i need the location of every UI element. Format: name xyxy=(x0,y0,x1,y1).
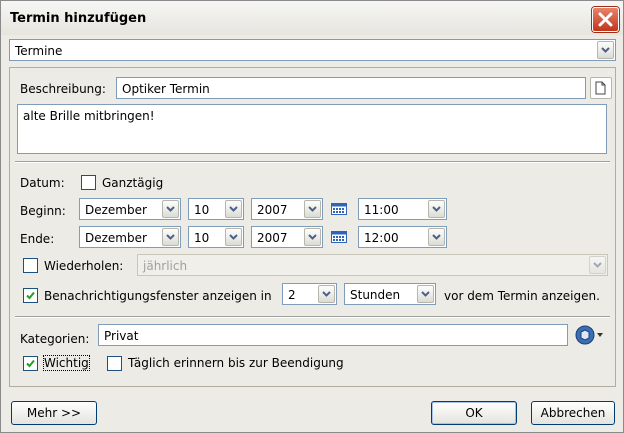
end-day-value: 10 xyxy=(194,231,210,245)
calendar-icon[interactable] xyxy=(331,203,347,215)
chevron-down-icon xyxy=(229,234,238,240)
important-checkbox[interactable] xyxy=(23,356,38,371)
checkmark-icon xyxy=(26,291,35,300)
divider xyxy=(15,316,610,318)
notes-textarea[interactable]: alte Brille mitbringen! xyxy=(17,104,607,154)
notify-amount-select[interactable]: 2 xyxy=(282,283,337,305)
allday-label: Ganztägig xyxy=(102,176,164,190)
chevron-down-icon xyxy=(421,291,430,297)
daily-reminder-checkbox[interactable] xyxy=(107,356,122,371)
document-icon xyxy=(595,81,606,95)
category-picker-button[interactable] xyxy=(575,324,605,346)
end-time-select[interactable]: 12:00 xyxy=(358,226,447,248)
begin-year-select[interactable]: 2007 xyxy=(251,198,323,220)
begin-day-select[interactable]: 10 xyxy=(188,198,244,220)
begin-label: Beginn: xyxy=(20,204,66,218)
begin-month-select[interactable]: Dezember xyxy=(79,198,181,220)
end-month-value: Dezember xyxy=(85,231,147,245)
date-label: Datum: xyxy=(20,176,65,190)
dropdown-arrow[interactable] xyxy=(428,200,445,218)
chevron-down-icon xyxy=(229,206,238,212)
appointment-type-select[interactable]: Termine xyxy=(9,39,616,61)
ok-button[interactable]: OK xyxy=(431,401,517,425)
dropdown-arrow[interactable] xyxy=(162,228,179,246)
chevron-down-icon xyxy=(308,234,317,240)
chevron-down-icon xyxy=(322,291,331,297)
dropdown-arrow[interactable] xyxy=(589,256,606,274)
repeat-interval-value: jährlich xyxy=(143,259,188,273)
dropdown-arrow[interactable] xyxy=(304,200,321,218)
end-time-value: 12:00 xyxy=(364,231,399,245)
notify-checkbox[interactable] xyxy=(23,288,38,303)
begin-month-value: Dezember xyxy=(85,203,147,217)
chevron-down-icon xyxy=(593,262,602,268)
begin-year-value: 2007 xyxy=(257,203,288,217)
end-day-select[interactable]: 10 xyxy=(188,226,244,248)
notify-unit-select[interactable]: Stunden xyxy=(344,283,436,305)
categories-label: Kategorien: xyxy=(20,332,90,346)
attach-file-button[interactable] xyxy=(590,77,612,99)
begin-day-value: 10 xyxy=(194,203,210,217)
repeat-checkbox[interactable] xyxy=(23,258,38,273)
allday-checkbox[interactable] xyxy=(81,175,96,190)
categories-input[interactable]: Privat xyxy=(98,324,568,346)
chevron-down-icon xyxy=(308,206,317,212)
chevron-down-icon xyxy=(166,206,175,212)
title-bar: Termin hinzufügen xyxy=(1,1,623,35)
chevron-down-icon xyxy=(601,47,610,53)
description-label: Beschreibung: xyxy=(20,82,106,96)
daily-reminder-label: Täglich erinnern bis zur Beendigung xyxy=(128,356,344,370)
divider xyxy=(15,161,610,163)
dropdown-arrow[interactable] xyxy=(318,285,335,303)
dropdown-arrow[interactable] xyxy=(428,228,445,246)
categories-value: Privat xyxy=(104,329,139,343)
notify-amount-value: 2 xyxy=(288,288,296,302)
begin-time-select[interactable]: 11:00 xyxy=(358,198,447,220)
description-value: Optiker Termin xyxy=(122,82,210,96)
repeat-label: Wiederholen: xyxy=(44,259,124,273)
chevron-down-icon xyxy=(166,234,175,240)
notes-value: alte Brille mitbringen! xyxy=(23,109,155,123)
end-year-value: 2007 xyxy=(257,231,288,245)
dropdown-arrow[interactable] xyxy=(417,285,434,303)
calendar-icon[interactable] xyxy=(331,231,347,243)
chevron-down-icon xyxy=(432,234,441,240)
important-label: Wichtig xyxy=(43,355,90,371)
dialog-window: Termin hinzufügen Termine Beschreibung: … xyxy=(0,0,624,433)
end-month-select[interactable]: Dezember xyxy=(79,226,181,248)
close-icon xyxy=(598,12,613,27)
more-button[interactable]: Mehr >> xyxy=(11,401,97,425)
checkmark-icon xyxy=(26,359,35,368)
repeat-interval-select[interactable]: jährlich xyxy=(137,254,608,276)
begin-time-value: 11:00 xyxy=(364,203,399,217)
dropdown-arrow[interactable] xyxy=(304,228,321,246)
category-cube-icon xyxy=(575,325,603,345)
description-input[interactable]: Optiker Termin xyxy=(116,77,586,99)
window-title: Termin hinzufügen xyxy=(10,11,147,26)
appointment-type-value: Termine xyxy=(15,44,63,58)
close-button[interactable] xyxy=(592,7,619,32)
dropdown-arrow[interactable] xyxy=(162,200,179,218)
notify-unit-value: Stunden xyxy=(350,288,401,302)
notify-label: Benachrichtigungsfenster anzeigen in xyxy=(44,289,272,303)
end-label: Ende: xyxy=(20,232,55,246)
dropdown-arrow[interactable] xyxy=(225,228,242,246)
dropdown-arrow[interactable] xyxy=(597,41,614,59)
notify-suffix: vor dem Termin anzeigen. xyxy=(444,289,600,303)
dropdown-arrow[interactable] xyxy=(225,200,242,218)
cancel-button[interactable]: Abbrechen xyxy=(531,401,615,425)
end-year-select[interactable]: 2007 xyxy=(251,226,323,248)
chevron-down-icon xyxy=(432,206,441,212)
